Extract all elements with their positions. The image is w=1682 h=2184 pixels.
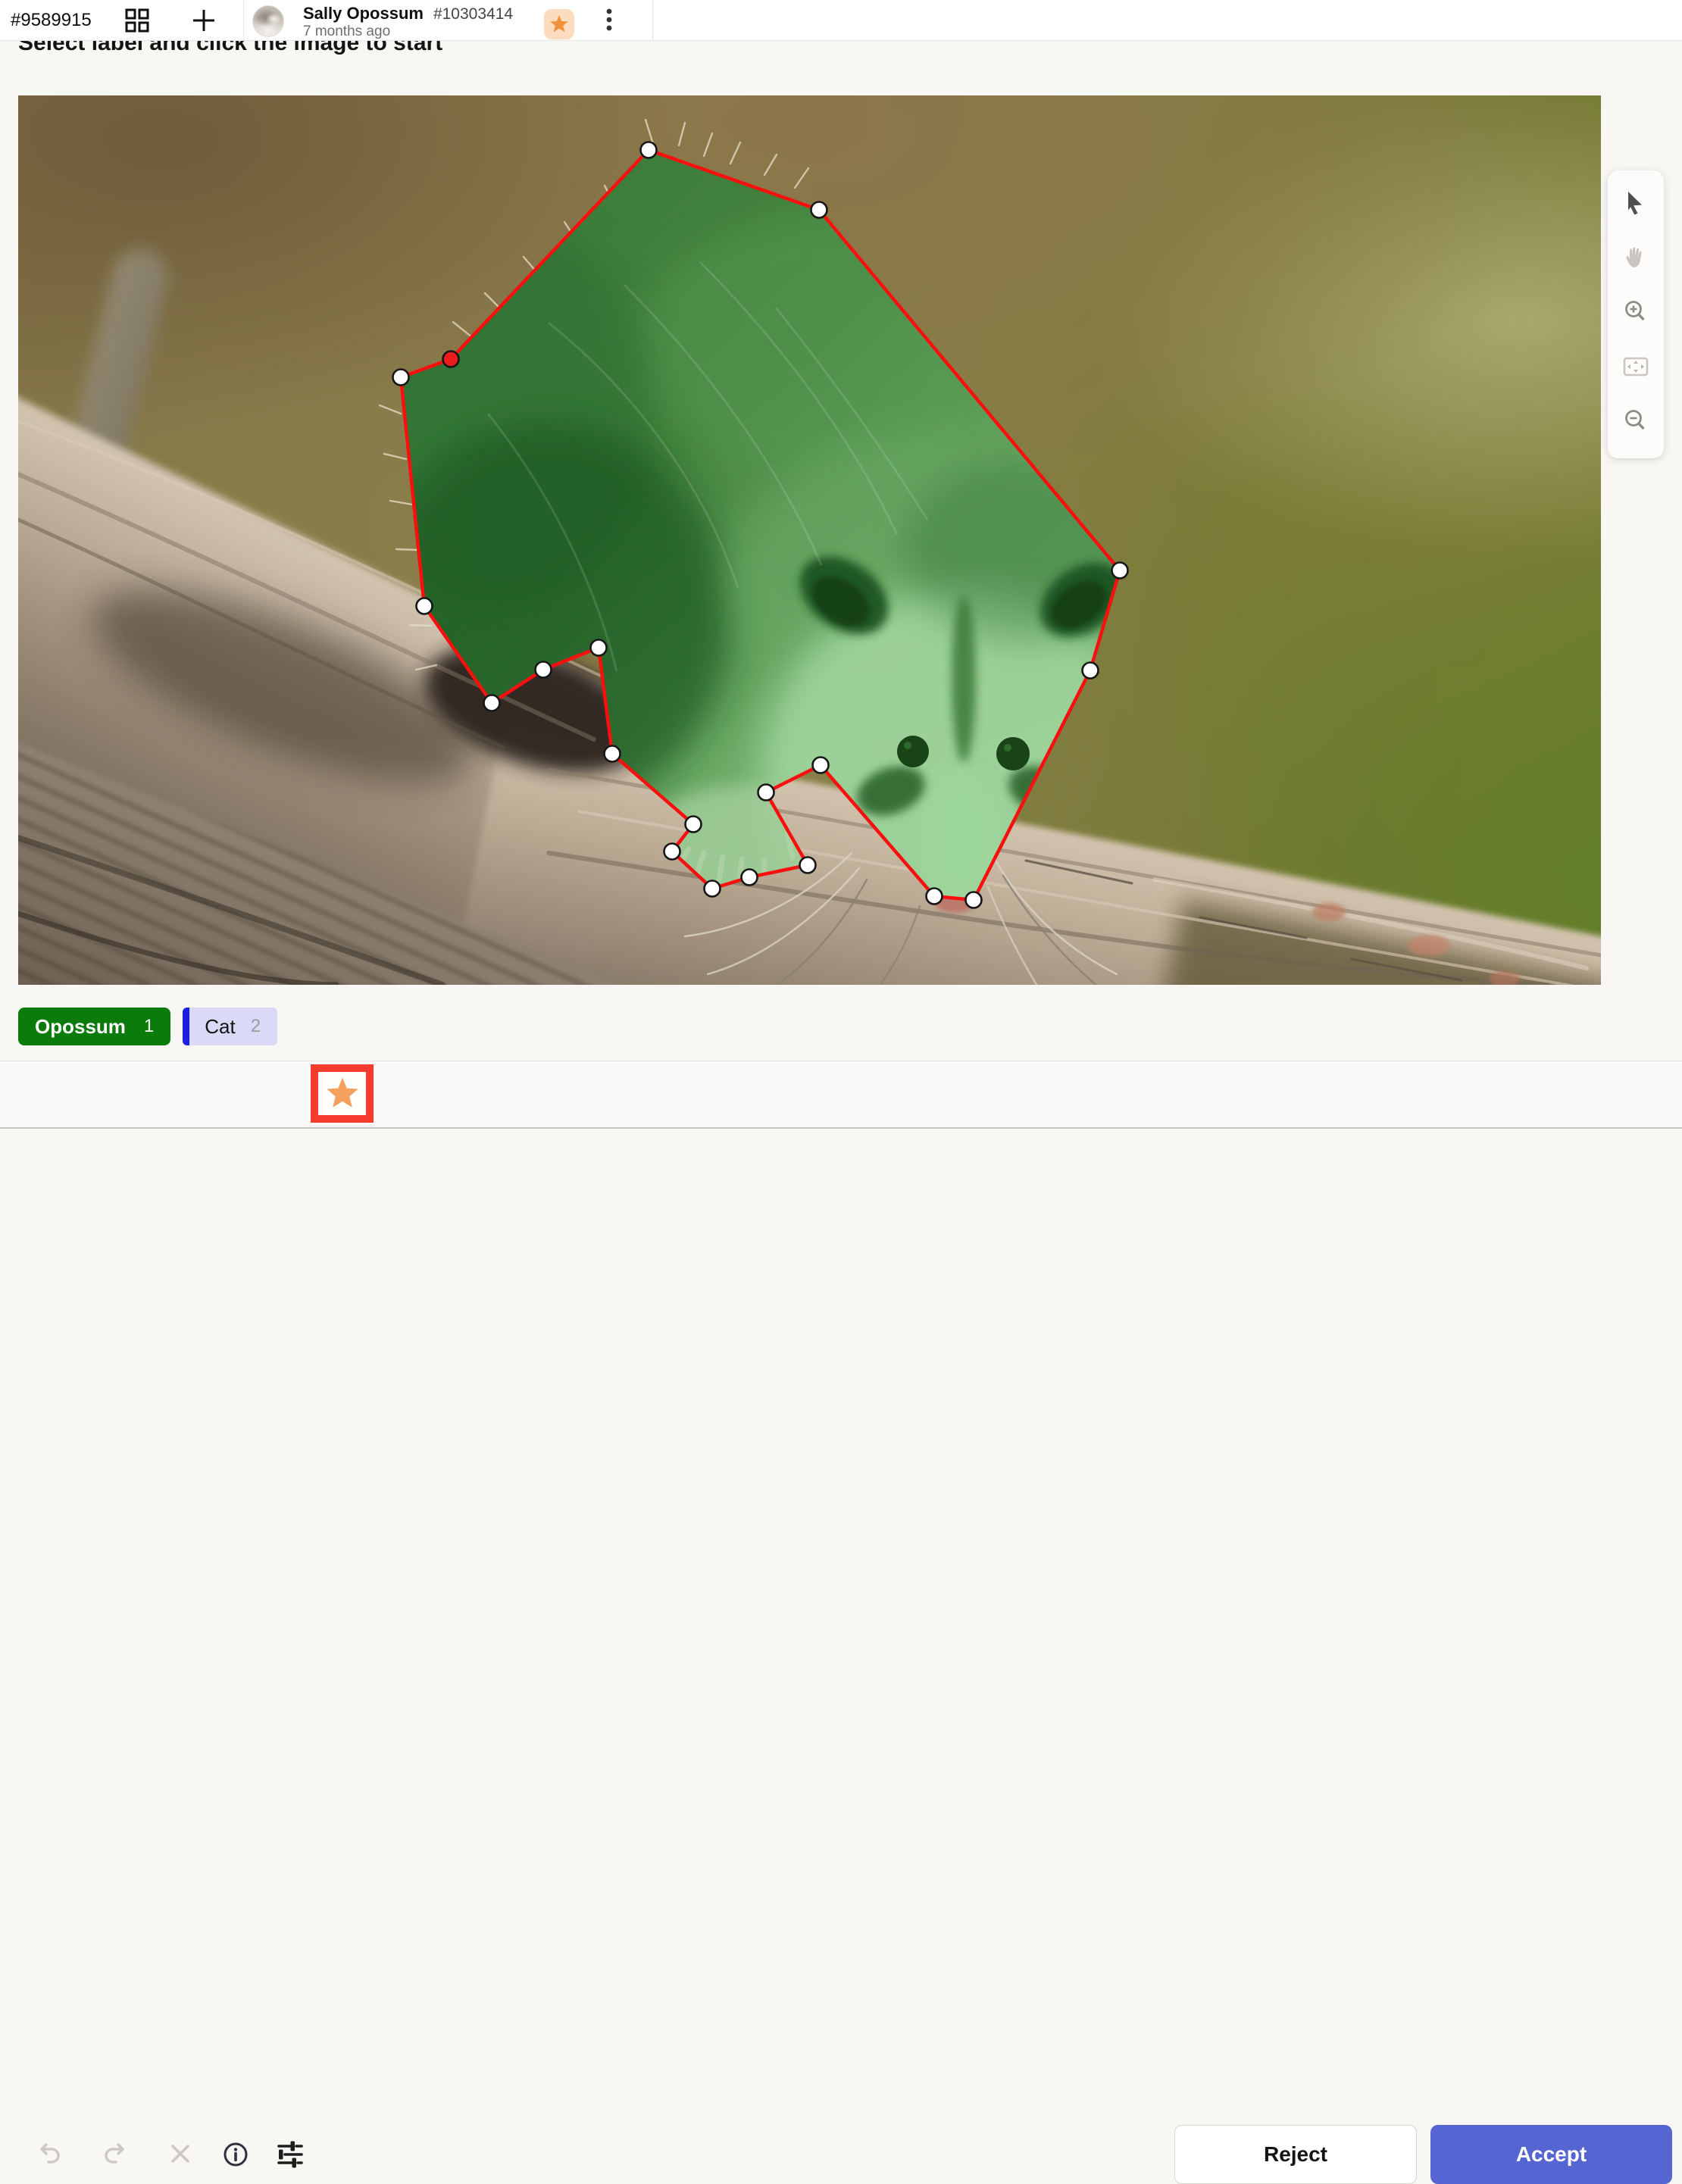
label-chip-cat[interactable]: Cat 2 bbox=[183, 1008, 277, 1045]
annotation-id: #10303414 bbox=[433, 5, 513, 23]
task-id: #9589915 bbox=[11, 0, 92, 40]
zoom-out-tool-button[interactable] bbox=[1608, 395, 1664, 449]
star-icon bbox=[549, 14, 569, 36]
pointer-tool-icon bbox=[1621, 189, 1650, 220]
polygon-vertex[interactable] bbox=[641, 142, 657, 158]
ground-truth-star-button[interactable] bbox=[544, 9, 574, 39]
polygon-vertex[interactable] bbox=[605, 746, 621, 762]
polygon-vertex[interactable] bbox=[417, 598, 433, 614]
polygon-vertex[interactable] bbox=[1112, 563, 1128, 579]
polygon-vertex[interactable] bbox=[484, 695, 500, 711]
polygon-vertex[interactable] bbox=[536, 662, 552, 678]
settings-button[interactable] bbox=[275, 2139, 305, 2172]
polygon-vertex[interactable] bbox=[811, 202, 827, 218]
star-toggle-icon bbox=[325, 1075, 360, 1112]
window-bottom-edge bbox=[0, 1127, 1682, 1129]
polygon-vertex[interactable] bbox=[393, 370, 409, 386]
zoom-in-icon bbox=[1621, 298, 1650, 329]
redo-button[interactable] bbox=[101, 2139, 131, 2171]
hand-tool-button[interactable] bbox=[1608, 231, 1664, 286]
header-divider bbox=[652, 0, 653, 40]
annotator-info: Sally Opossum #10303414 7 months ago bbox=[303, 4, 513, 39]
polygon-vertex[interactable] bbox=[742, 870, 758, 886]
annotation-overlay bbox=[18, 95, 1601, 985]
polygon-vertex[interactable] bbox=[591, 640, 607, 656]
more-options-button[interactable] bbox=[596, 6, 623, 35]
star-toggle-button-highlighted[interactable] bbox=[311, 1064, 374, 1123]
polygon-vertex-selected[interactable] bbox=[443, 352, 459, 367]
canvas-tool-panel bbox=[1608, 170, 1664, 458]
label-color-bar bbox=[183, 1008, 189, 1045]
polygon-vertex[interactable] bbox=[758, 785, 774, 801]
annotation-age: 7 months ago bbox=[303, 23, 513, 39]
label-selector: Opossum 1 Cat 2 bbox=[18, 1008, 277, 1045]
bottom-toolbar: Reject Accept bbox=[0, 1061, 1682, 1131]
polygon-vertex[interactable] bbox=[664, 844, 680, 860]
polygon-vertex[interactable] bbox=[927, 889, 943, 905]
polygon-vertex[interactable] bbox=[705, 881, 721, 897]
label-hotkey: 2 bbox=[251, 1016, 261, 1037]
polygon-vertex[interactable] bbox=[966, 892, 982, 908]
reject-button[interactable]: Reject bbox=[1174, 2125, 1417, 2184]
hand-tool-icon bbox=[1621, 243, 1650, 274]
grid-icon bbox=[123, 25, 151, 36]
zoom-out-icon bbox=[1621, 407, 1650, 438]
plus-icon bbox=[189, 26, 218, 37]
accept-button[interactable]: Accept bbox=[1430, 2125, 1672, 2184]
info-icon bbox=[221, 2160, 250, 2171]
top-bar: #9589915 Sally Opossum #10303414 7 months… bbox=[0, 0, 1682, 41]
header-divider bbox=[243, 0, 244, 40]
settings-sliders-icon bbox=[275, 2161, 305, 2172]
polygon-vertex[interactable] bbox=[800, 858, 816, 873]
label-hotkey: 1 bbox=[144, 1016, 154, 1037]
delete-region-button[interactable] bbox=[167, 2141, 193, 2169]
undo-icon bbox=[33, 2160, 64, 2171]
polygon-vertex[interactable] bbox=[813, 758, 829, 773]
label-name: Opossum bbox=[35, 1015, 126, 1039]
kebab-menu-icon bbox=[605, 5, 614, 36]
mask-shading bbox=[352, 209, 1185, 951]
redo-icon bbox=[101, 2160, 131, 2171]
zoom-in-tool-button[interactable] bbox=[1608, 286, 1664, 340]
pointer-tool-button[interactable] bbox=[1608, 177, 1664, 231]
add-annotation-button[interactable] bbox=[189, 6, 218, 35]
label-chip-opossum[interactable]: Opossum 1 bbox=[18, 1008, 170, 1045]
annotator-name: Sally Opossum bbox=[303, 4, 424, 23]
close-icon bbox=[167, 2157, 193, 2169]
grid-view-button[interactable] bbox=[123, 7, 151, 34]
fit-screen-tool-button[interactable] bbox=[1608, 340, 1664, 395]
polygon-vertex[interactable] bbox=[686, 817, 702, 833]
label-name: Cat bbox=[205, 1015, 235, 1039]
annotator-avatar[interactable] bbox=[252, 5, 284, 37]
polygon-vertex[interactable] bbox=[1083, 663, 1099, 679]
annotation-canvas[interactable] bbox=[18, 95, 1601, 985]
info-button[interactable] bbox=[221, 2140, 250, 2171]
fit-screen-icon bbox=[1621, 352, 1651, 383]
undo-button[interactable] bbox=[33, 2139, 64, 2171]
